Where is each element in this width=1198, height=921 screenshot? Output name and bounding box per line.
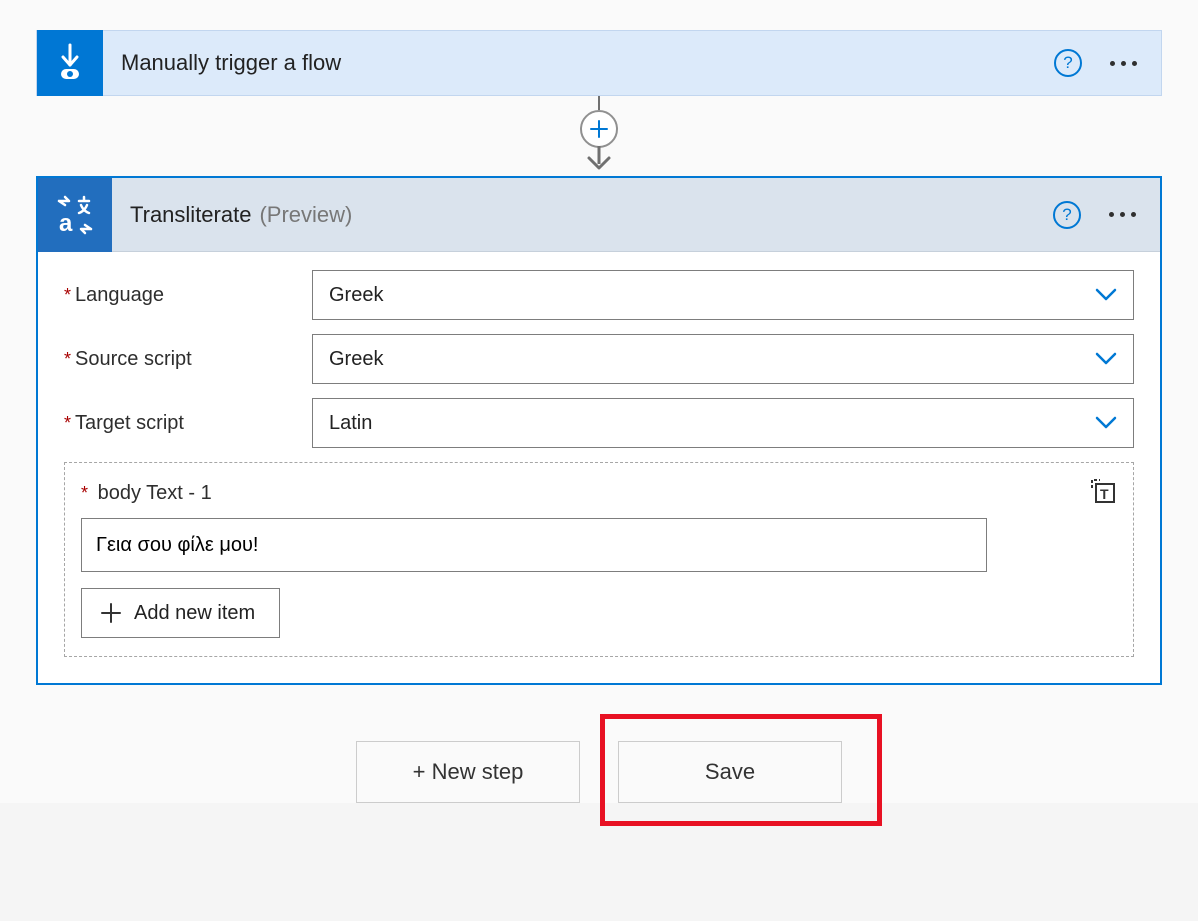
plus-icon — [100, 602, 122, 624]
add-new-item-button[interactable]: Add new item — [81, 588, 280, 638]
field-language-label: * Language — [64, 284, 312, 307]
new-step-button[interactable]: + New step — [356, 741, 580, 803]
help-icon[interactable]: ? — [1054, 49, 1082, 77]
field-language-row: * Language Greek — [64, 270, 1134, 320]
more-icon[interactable] — [1110, 61, 1137, 66]
chevron-down-icon — [1095, 348, 1117, 370]
token-picker-icon[interactable]: T — [1089, 477, 1117, 510]
save-button[interactable]: Save — [618, 741, 842, 803]
svg-text:a: a — [59, 210, 73, 237]
trigger-title: Manually trigger a flow — [103, 50, 1054, 76]
help-icon[interactable]: ? — [1053, 201, 1081, 229]
connector — [0, 96, 1198, 176]
field-target-script-row: * Target script Latin — [64, 398, 1134, 448]
action-title: Transliterate — [112, 202, 251, 228]
insert-step-button[interactable] — [580, 110, 618, 148]
svg-text:T: T — [1100, 486, 1109, 502]
trigger-card[interactable]: Manually trigger a flow ? — [36, 30, 1162, 96]
field-language-select[interactable]: Greek — [312, 270, 1134, 320]
transliterate-icon: a — [38, 178, 112, 252]
body-text-input[interactable]: Γεια σου φίλε μου! — [81, 518, 987, 572]
field-target-script-select[interactable]: Latin — [312, 398, 1134, 448]
field-source-script-select[interactable]: Greek — [312, 334, 1134, 384]
body-text-section: * body Text - 1 T Γεια σου φίλε μ — [64, 462, 1134, 657]
more-icon[interactable] — [1109, 212, 1136, 217]
action-card: a Transliterate (Preview) ? — [36, 176, 1162, 685]
field-source-script-row: * Source script Greek — [64, 334, 1134, 384]
footer: + New step Save — [0, 741, 1198, 803]
action-header[interactable]: a Transliterate (Preview) ? — [38, 178, 1160, 252]
action-subtitle: (Preview) — [251, 202, 1053, 228]
field-source-script-label: * Source script — [64, 348, 312, 371]
field-target-script-label: * Target script — [64, 412, 312, 435]
chevron-down-icon — [1095, 412, 1117, 434]
chevron-down-icon — [1095, 284, 1117, 306]
trigger-icon — [37, 30, 103, 96]
flow-canvas: Manually trigger a flow ? — [0, 0, 1198, 803]
body-text-label: * body Text - 1 — [81, 482, 212, 505]
